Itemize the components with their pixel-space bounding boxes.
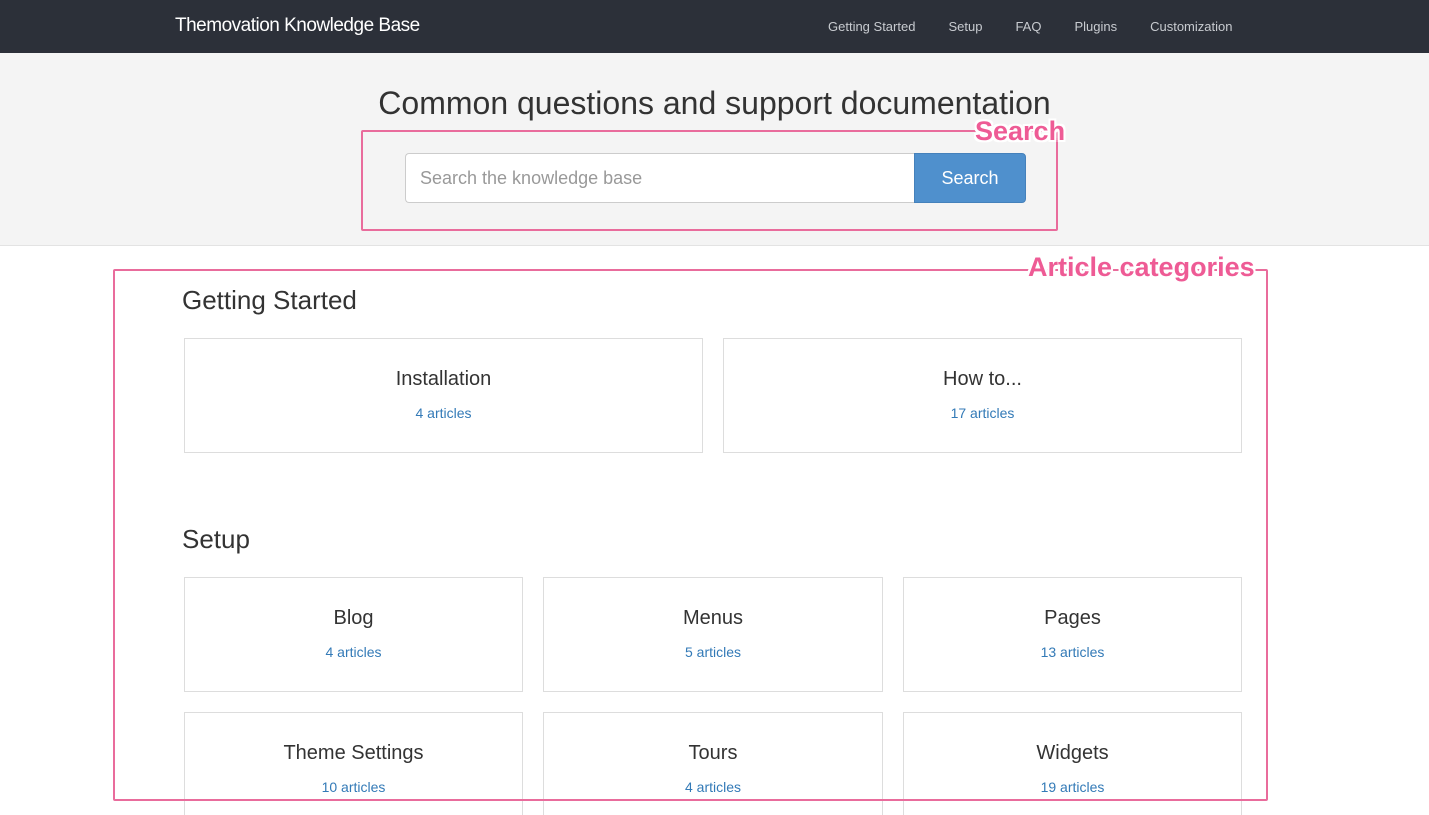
nav-link-plugins[interactable]: Plugins: [1074, 19, 1117, 34]
nav-links: Getting Started Setup FAQ Plugins Custom…: [828, 19, 1265, 34]
nav-link-faq[interactable]: FAQ: [1015, 19, 1041, 34]
nav-link-setup[interactable]: Setup: [948, 19, 982, 34]
nav-link-getting-started[interactable]: Getting Started: [828, 19, 915, 34]
categories-annotation-box: [113, 269, 1268, 801]
categories-annotation-label: Article categories: [1028, 252, 1255, 282]
top-navbar: Themovation Knowledge Base Getting Start…: [0, 0, 1429, 53]
search-annotation-label: Search: [975, 116, 1066, 146]
nav-link-customization[interactable]: Customization: [1150, 19, 1232, 34]
brand-link[interactable]: Themovation Knowledge Base: [175, 15, 420, 37]
page-title: Common questions and support documentati…: [378, 85, 1051, 121]
search-annotation-box: [361, 130, 1058, 231]
